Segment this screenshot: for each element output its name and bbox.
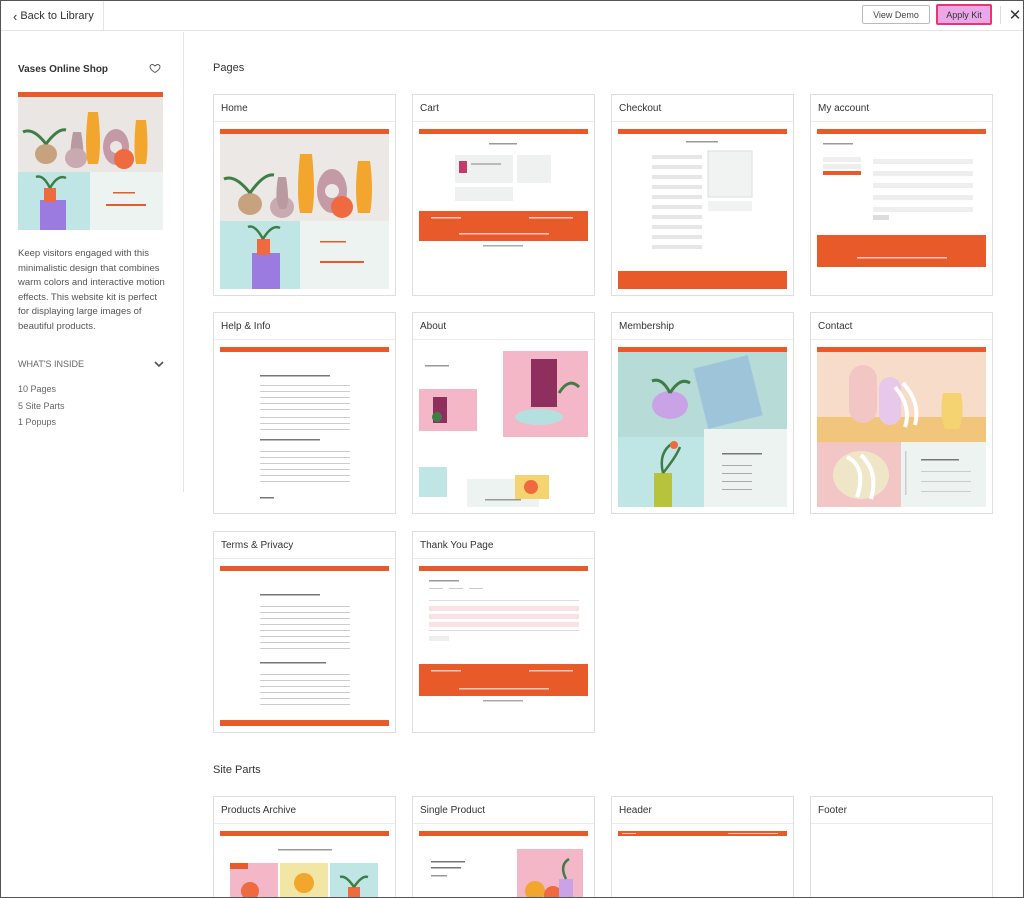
page-card-title: Cart bbox=[413, 95, 594, 122]
about-thumbnail bbox=[419, 347, 588, 507]
thank-you-thumbnail bbox=[419, 566, 588, 726]
view-demo-button[interactable]: View Demo bbox=[862, 5, 930, 24]
heart-icon[interactable] bbox=[149, 62, 161, 74]
page-card-thank-you[interactable]: Thank You Page bbox=[412, 531, 595, 733]
site-part-card-header[interactable]: Header bbox=[611, 796, 794, 897]
kit-title: Vases Online Shop bbox=[18, 64, 109, 75]
kit-sidebar: Vases Online Shop Keep visitors engaged … bbox=[1, 32, 184, 492]
my-account-thumbnail bbox=[817, 129, 986, 289]
back-to-library-button[interactable]: ‹ Back to Library bbox=[1, 1, 104, 31]
site-part-card-title: Footer bbox=[811, 797, 992, 824]
pages-section-title: Pages bbox=[213, 62, 245, 74]
page-card-title: Home bbox=[214, 95, 395, 122]
products-archive-thumbnail bbox=[220, 831, 389, 897]
site-part-card-footer[interactable]: Footer bbox=[810, 796, 993, 897]
site-part-card-title: Header bbox=[612, 797, 793, 824]
inside-item-pages: 10 Pages bbox=[18, 384, 57, 394]
page-card-title: Checkout bbox=[612, 95, 793, 122]
site-part-card-title: Products Archive bbox=[214, 797, 395, 824]
site-part-card-products-archive[interactable]: Products Archive bbox=[213, 796, 396, 897]
page-card-membership[interactable]: Membership bbox=[611, 312, 794, 514]
page-card-about[interactable]: About bbox=[412, 312, 595, 514]
inside-item-popups: 1 Popups bbox=[18, 417, 57, 427]
apply-kit-button[interactable]: Apply Kit bbox=[936, 4, 992, 25]
kit-preview-image bbox=[18, 92, 163, 230]
page-card-title: My account bbox=[811, 95, 992, 122]
site-parts-section-title: Site Parts bbox=[213, 764, 261, 776]
back-label: Back to Library bbox=[20, 10, 94, 22]
footer-thumbnail bbox=[817, 831, 986, 897]
whats-inside-list: 10 Pages 5 Site Parts 1 Popups bbox=[18, 381, 65, 431]
page-card-contact[interactable]: Contact bbox=[810, 312, 993, 514]
page-card-my-account[interactable]: My account bbox=[810, 94, 993, 296]
inside-item-site-parts: 5 Site Parts bbox=[18, 400, 65, 411]
close-icon[interactable]: ✕ bbox=[1007, 5, 1023, 25]
page-card-title: Contact bbox=[811, 313, 992, 340]
page-card-title: Terms & Privacy bbox=[214, 532, 395, 559]
single-product-thumbnail bbox=[419, 831, 588, 897]
contact-thumbnail bbox=[817, 347, 986, 507]
page-card-title: Thank You Page bbox=[413, 532, 594, 559]
toolbar-divider bbox=[1000, 6, 1001, 24]
kit-description: Keep visitors engaged with this minimali… bbox=[18, 248, 165, 332]
cart-thumbnail bbox=[419, 129, 588, 289]
page-card-cart[interactable]: Cart bbox=[412, 94, 595, 296]
site-part-card-single-product[interactable]: Single Product bbox=[412, 796, 595, 897]
page-card-checkout[interactable]: Checkout bbox=[611, 94, 794, 296]
page-card-title: Membership bbox=[612, 313, 793, 340]
whats-inside-toggle[interactable]: WHAT'S INSIDE bbox=[18, 358, 164, 370]
page-card-title: Help & Info bbox=[214, 313, 395, 340]
page-card-home[interactable]: Home bbox=[213, 94, 396, 296]
checkout-thumbnail bbox=[618, 129, 787, 289]
membership-thumbnail bbox=[618, 347, 787, 507]
chevron-left-icon: ‹ bbox=[13, 8, 18, 24]
top-bar: ‹ Back to Library View Demo Apply Kit ✕ bbox=[1, 1, 1023, 31]
chevron-down-icon bbox=[154, 361, 164, 368]
home-thumbnail bbox=[220, 129, 389, 289]
page-card-title: About bbox=[413, 313, 594, 340]
header-thumbnail bbox=[618, 831, 787, 897]
page-card-terms-privacy[interactable]: Terms & Privacy bbox=[213, 531, 396, 733]
help-info-thumbnail bbox=[220, 347, 389, 507]
whats-inside-label: WHAT'S INSIDE bbox=[18, 359, 85, 369]
site-part-card-title: Single Product bbox=[413, 797, 594, 824]
terms-privacy-thumbnail bbox=[220, 566, 389, 726]
page-card-help-info[interactable]: Help & Info bbox=[213, 312, 396, 514]
app-frame: ‹ Back to Library View Demo Apply Kit ✕ … bbox=[0, 0, 1024, 898]
